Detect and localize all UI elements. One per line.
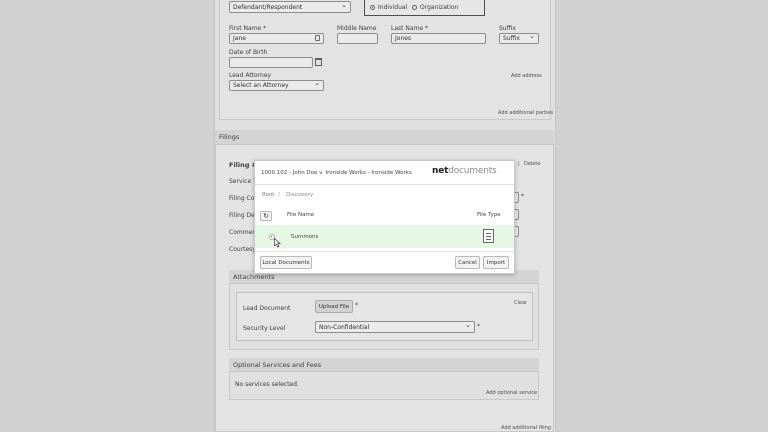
file-row-summons[interactable]: Summons <box>255 225 514 248</box>
breadcrumb-root[interactable]: Root <box>262 192 274 198</box>
modal-header-divider <box>255 184 514 185</box>
refresh-icon: ↻ <box>263 212 269 220</box>
import-button[interactable]: Import <box>483 256 509 269</box>
file-type-column-header: File Type <box>477 212 501 218</box>
modal-footer-divider <box>255 251 514 252</box>
breadcrumb-separator: / <box>278 192 280 198</box>
refresh-button[interactable]: ↻ <box>260 211 272 221</box>
document-file-icon <box>483 229 494 243</box>
mouse-cursor-icon <box>274 238 281 248</box>
breadcrumb-discovery[interactable]: Discovery <box>286 192 313 198</box>
logo-documents: documents <box>448 166 497 176</box>
cancel-button[interactable]: Cancel <box>455 256 480 269</box>
local-documents-button[interactable]: Local Documents <box>260 256 312 269</box>
netdocuments-import-dialog: 1000.102 - John Doe v. Ironside Works - … <box>254 160 515 274</box>
matter-title: 1000.102 - John Doe v. Ironside Works - … <box>261 170 412 176</box>
logo-net: net <box>432 166 449 176</box>
file-name-column-header: File Name <box>287 212 315 218</box>
file-name: Summons <box>291 234 319 240</box>
netdocuments-logo: netdocuments <box>432 166 497 176</box>
